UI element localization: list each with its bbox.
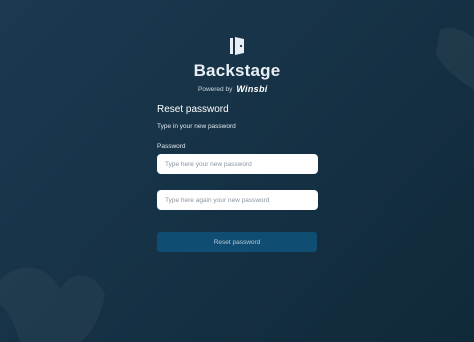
page-title: Reset password [157,104,229,115]
reset-password-button[interactable]: Reset password [157,232,317,252]
new-password-field[interactable] [157,154,318,174]
powered-by-brand: Winsbi [236,84,268,94]
brand-name: Backstage [193,61,281,80]
powered-by-text: Powered by [198,85,233,93]
powered-by: Powered by Winsbi [198,84,268,94]
confirm-password-field[interactable] [157,190,318,210]
page-subtitle: Type in your new password [157,123,236,130]
password-label: Password [157,143,186,150]
door-icon [230,37,244,55]
background-watermark-left [0,267,105,342]
